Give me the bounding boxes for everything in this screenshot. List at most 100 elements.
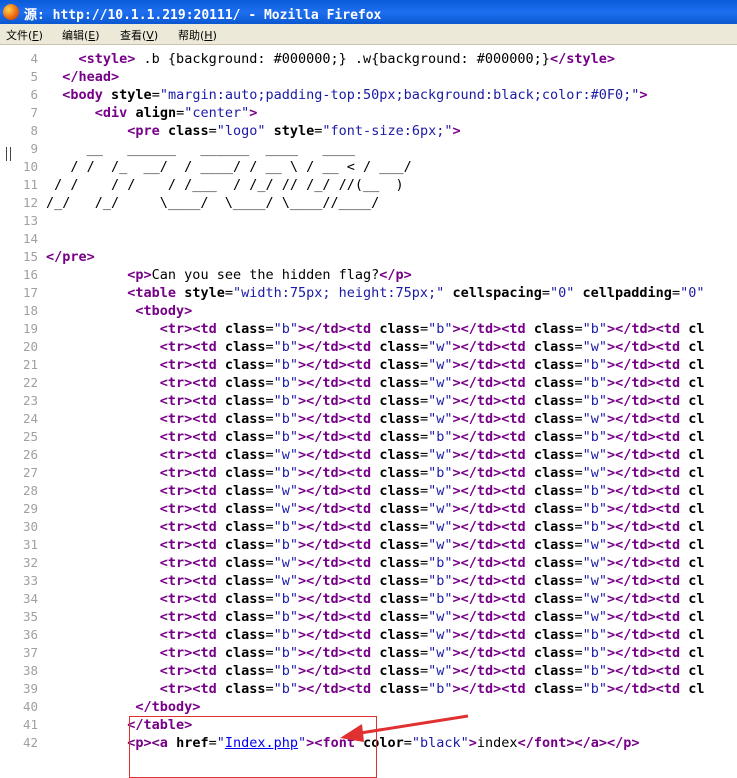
source-line: 13 <box>0 212 737 230</box>
line-code: <tr><td class="w"></td><td class="w"></t… <box>159 447 705 463</box>
menu-file[interactable]: 文件(F) <box>6 27 43 43</box>
source-line: 5 </head> <box>0 68 737 86</box>
source-line: 7 <div align="center"> <box>0 104 737 122</box>
line-number: 11 <box>22 177 38 192</box>
source-line: 6 <body style="margin:auto;padding-top:5… <box>0 86 737 104</box>
line-code: <tr><td class="b"></td><td class="w"></t… <box>159 357 705 373</box>
source-line: 29 <tr><td class="w"></td><td class="w">… <box>0 500 737 518</box>
line-number: 35 <box>22 609 38 624</box>
menu-edit[interactable]: 编辑(E) <box>62 27 100 43</box>
line-number: 5 <box>30 69 38 84</box>
line-number: 28 <box>22 483 38 498</box>
source-line: 18 <tbody> <box>0 302 737 320</box>
text-cursor-icon <box>6 147 11 161</box>
line-number: 13 <box>22 213 38 228</box>
source-line: 16 <p>Can you see the hidden flag?</p> <box>0 266 737 284</box>
menu-view-suffix: ) <box>153 29 159 42</box>
source-line: 4 <style> .b {background: #000000;} .w{b… <box>0 50 737 68</box>
menu-help[interactable]: 帮助(H) <box>178 27 217 43</box>
line-code: __ ______ ______ ____ ____ <box>70 141 355 157</box>
line-code: <tr><td class="b"></td><td class="w"></t… <box>159 645 705 661</box>
source-line: 22 <tr><td class="b"></td><td class="w">… <box>0 374 737 392</box>
line-number: 40 <box>22 699 38 714</box>
line-code: <tr><td class="b"></td><td class="b"></t… <box>159 465 705 481</box>
line-number: 20 <box>22 339 38 354</box>
line-number: 24 <box>22 411 38 426</box>
line-number: 36 <box>22 627 38 642</box>
menu-bar: 文件(F) 编辑(E) 查看(V) 帮助(H) <box>0 24 737 45</box>
line-number: 30 <box>22 519 38 534</box>
source-line: 17 <table style="width:75px; height:75px… <box>0 284 737 302</box>
source-line: 11 / / / / / /___ / /_/ // /_/ //(__ ) <box>0 176 737 194</box>
line-number: 42 <box>22 735 38 750</box>
line-number: 39 <box>22 681 38 696</box>
line-number: 33 <box>22 573 38 588</box>
source-line: 23 <tr><td class="b"></td><td class="w">… <box>0 392 737 410</box>
source-line: 27 <tr><td class="b"></td><td class="b">… <box>0 464 737 482</box>
line-code: <table style="width:75px; height:75px;" … <box>127 285 705 301</box>
line-code: <style> .b {background: #000000;} .w{bac… <box>78 51 615 67</box>
menu-file-label: 文件( <box>6 29 33 42</box>
source-line: 12 /_/ /_/ \____/ \____/ \____//____/ <box>0 194 737 212</box>
source-view[interactable]: 4 <style> .b {background: #000000;} .w{b… <box>0 46 737 761</box>
source-line: 39 <tr><td class="b"></td><td class="b">… <box>0 680 737 698</box>
line-code: <tr><td class="b"></td><td class="b"></t… <box>159 681 705 697</box>
line-number: 7 <box>30 105 38 120</box>
source-line: 24 <tr><td class="b"></td><td class="w">… <box>0 410 737 428</box>
source-line: 21 <tr><td class="b"></td><td class="w">… <box>0 356 737 374</box>
window-title: 源: http://10.1.1.219:20111/ - Mozilla Fi… <box>24 8 382 23</box>
source-line: 26 <tr><td class="w"></td><td class="w">… <box>0 446 737 464</box>
source-line: 10 / / /_ __/ / ____/ / __ \ / __ < / __… <box>0 158 737 176</box>
source-line: 34 <tr><td class="b"></td><td class="b">… <box>0 590 737 608</box>
line-number: 14 <box>22 231 38 246</box>
line-number: 29 <box>22 501 38 516</box>
line-number: 23 <box>22 393 38 408</box>
source-line: 28 <tr><td class="w"></td><td class="w">… <box>0 482 737 500</box>
source-line: 14 <box>0 230 737 248</box>
line-number: 17 <box>22 285 38 300</box>
source-line: 33 <tr><td class="w"></td><td class="b">… <box>0 572 737 590</box>
line-number: 19 <box>22 321 38 336</box>
line-code: <tr><td class="w"></td><td class="w"></t… <box>159 483 705 499</box>
source-line: 20 <tr><td class="b"></td><td class="w">… <box>0 338 737 356</box>
line-code: <tr><td class="b"></td><td class="w"></t… <box>159 393 705 409</box>
line-number: 12 <box>22 195 38 210</box>
line-code: <tr><td class="b"></td><td class="w"></t… <box>159 375 705 391</box>
source-line: 36 <tr><td class="b"></td><td class="w">… <box>0 626 737 644</box>
line-number: 37 <box>22 645 38 660</box>
line-code: <tr><td class="b"></td><td class="b"></t… <box>159 321 705 337</box>
line-code: <tr><td class="b"></td><td class="w"></t… <box>159 411 705 427</box>
menu-edit-label: 编辑( <box>62 29 89 42</box>
line-code: <tr><td class="b"></td><td class="w"></t… <box>159 663 705 679</box>
line-number: 32 <box>22 555 38 570</box>
line-number: 4 <box>30 51 38 66</box>
line-code: <p>Can you see the hidden flag?</p> <box>127 267 412 283</box>
line-code: <tr><td class="b"></td><td class="w"></t… <box>159 627 705 643</box>
line-number: 26 <box>22 447 38 462</box>
line-code: / / /_ __/ / ____/ / __ \ / __ < / ___/ <box>62 159 412 175</box>
line-code: <tr><td class="b"></td><td class="w"></t… <box>159 609 705 625</box>
line-code: <body style="margin:auto;padding-top:50p… <box>62 87 648 103</box>
line-number: 6 <box>30 87 38 102</box>
source-line: 9 __ ______ ______ ____ ____ <box>0 140 737 158</box>
firefox-icon <box>3 4 19 20</box>
line-number: 31 <box>22 537 38 552</box>
menu-view-key: V <box>146 29 154 42</box>
line-number: 8 <box>30 123 38 138</box>
line-code: <tr><td class="w"></td><td class="w"></t… <box>159 501 705 517</box>
menu-help-key: H <box>204 29 213 42</box>
menu-view[interactable]: 查看(V) <box>120 27 158 43</box>
line-number: 38 <box>22 663 38 678</box>
line-code: </tbody> <box>135 699 201 715</box>
line-number: 15 <box>22 249 38 264</box>
menu-view-label: 查看( <box>120 29 147 42</box>
line-number: 34 <box>22 591 38 606</box>
line-number: 27 <box>22 465 38 480</box>
menu-file-suffix: ) <box>38 29 43 42</box>
line-code: <tr><td class="b"></td><td class="w"></t… <box>159 339 705 355</box>
source-line: 25 <tr><td class="b"></td><td class="b">… <box>0 428 737 446</box>
line-code: <tbody> <box>135 303 193 319</box>
line-number: 16 <box>22 267 38 282</box>
menu-help-label: 帮助( <box>178 29 205 42</box>
line-number: 22 <box>22 375 38 390</box>
